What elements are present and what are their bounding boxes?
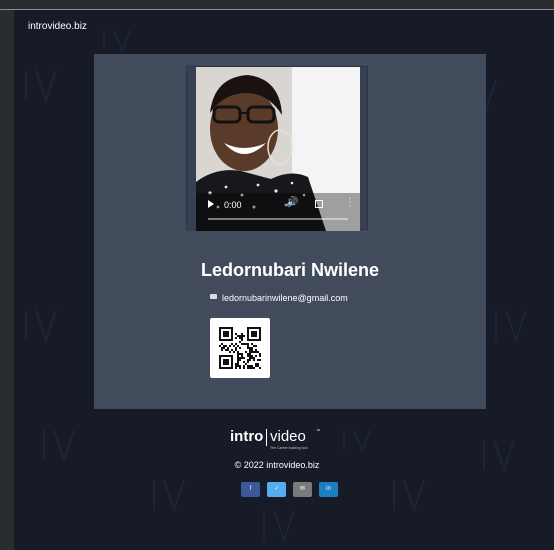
more-options-icon[interactable]: ⋮ — [345, 198, 355, 208]
facebook-share-button[interactable]: f — [241, 482, 260, 497]
volume-icon[interactable]: 🔊 — [286, 198, 298, 208]
logo-video-text: video — [270, 428, 306, 445]
linkedin-share-button[interactable]: in — [319, 482, 338, 497]
email-share-button[interactable]: ✉ — [293, 482, 312, 497]
site-name[interactable]: introvideo.biz — [28, 21, 87, 33]
qr-code-image — [219, 327, 261, 369]
fullscreen-icon[interactable] — [315, 200, 323, 208]
twitter-icon: ✓ — [273, 486, 280, 492]
video-frame[interactable]: 0:00 🔊 ⋮ — [196, 67, 360, 231]
linkedin-icon: in — [326, 486, 331, 492]
video-time: 0:00 — [224, 200, 242, 210]
email-icon: ✉ — [299, 486, 306, 492]
profile-name: Ledornubari Nwilene — [200, 260, 380, 280]
logo-divider — [266, 429, 267, 446]
logo-tagline: The Career building tool — [270, 446, 308, 450]
footer-logo[interactable]: intro video ™ The Career building tool — [230, 428, 325, 452]
email-address[interactable]: ledornubarinwilene@gmail.com — [222, 292, 348, 304]
logo-intro-text: intro — [230, 428, 264, 445]
profile-card: 0:00 🔊 ⋮ Ledornubari Nwilene ledornubari… — [94, 54, 486, 409]
qr-code — [210, 318, 270, 378]
logo-trademark: ™ — [316, 428, 320, 433]
copyright-text: © 2022 introvideo.biz — [234, 460, 320, 470]
twitter-share-button[interactable]: ✓ — [267, 482, 286, 497]
envelope-icon — [210, 294, 217, 299]
video-progress-bar[interactable] — [208, 218, 348, 220]
video-player[interactable]: 0:00 🔊 ⋮ — [186, 66, 368, 231]
video-controls: 0:00 🔊 ⋮ — [196, 197, 360, 231]
play-icon[interactable] — [208, 200, 214, 208]
facebook-icon: f — [249, 486, 252, 492]
